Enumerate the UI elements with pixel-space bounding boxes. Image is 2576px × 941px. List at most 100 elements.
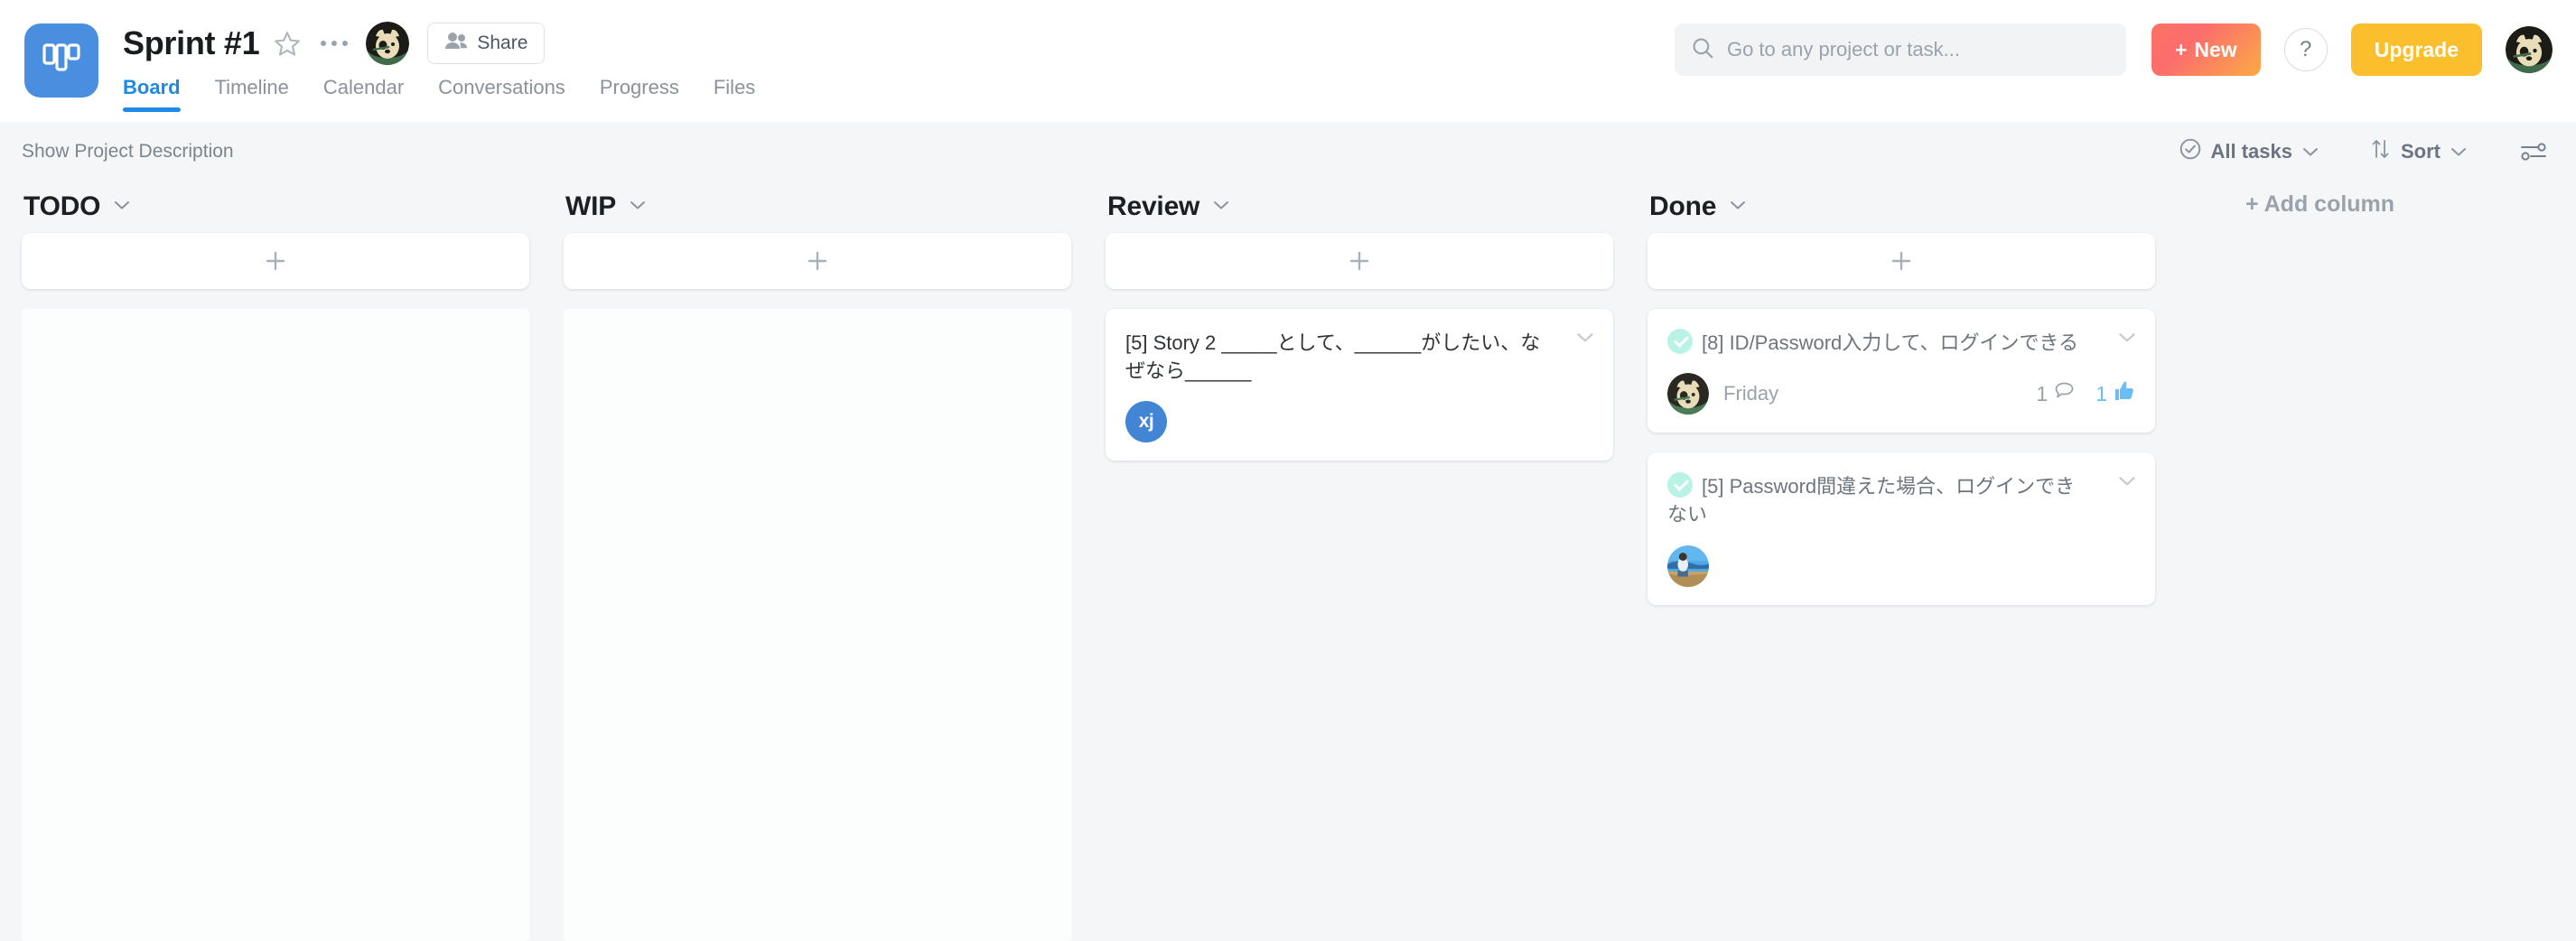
search-icon (1691, 36, 1714, 64)
column-header-done[interactable]: Done (1647, 181, 2155, 233)
sliders-icon[interactable] (2518, 138, 2549, 165)
search-input[interactable]: Go to any project or task... (1674, 23, 2126, 76)
user-avatar-image (2506, 26, 2553, 73)
sort-label: Sort (2401, 139, 2441, 163)
title-and-tabs: Sprint #1 Share Board Timeline Calendar … (123, 18, 789, 112)
people-icon (444, 31, 468, 56)
like-count-value: 1 (2095, 381, 2107, 405)
avatar[interactable]: xj (1125, 401, 1167, 443)
task-card-footer (1667, 545, 2135, 587)
column-header-todo[interactable]: TODO (22, 181, 529, 233)
chevron-down-icon (2301, 140, 2319, 163)
tab-conversations[interactable]: Conversations (438, 76, 565, 112)
comment-count[interactable]: 1 (2036, 381, 2076, 406)
task-card-footer: Friday 1 1 (1667, 373, 2135, 415)
tab-calendar[interactable]: Calendar (323, 76, 404, 112)
board-toolbar: Show Project Description All tasks Sort (0, 122, 2576, 181)
task-card-stats: 1 1 (2036, 380, 2135, 407)
owner-avatar[interactable] (366, 22, 410, 65)
board-logo-glyph (42, 43, 80, 71)
task-card-title-row: [8] ID/Password入力して、ログインできる (1667, 329, 2135, 357)
column-title: Review (1107, 191, 1200, 221)
share-label: Share (477, 33, 528, 53)
tab-files[interactable]: Files (714, 76, 755, 112)
board-column-done: Done [8] ID/Password入力して、ログインできる Friday … (1647, 181, 2155, 605)
toolbar-right-group: All tasks Sort (2128, 122, 2550, 181)
add-column-wrap: + Add column (2155, 181, 2394, 218)
star-icon[interactable] (274, 30, 301, 57)
column-dropzone[interactable] (564, 309, 1071, 941)
task-card[interactable]: [8] ID/Password入力して、ログインできる Friday 1 1 (1647, 309, 2155, 433)
chevron-down-icon[interactable] (1575, 331, 1595, 349)
add-card-button[interactable] (564, 233, 1071, 289)
task-card-footer: xj (1125, 401, 1593, 443)
column-header-review[interactable]: Review (1106, 181, 1613, 233)
board-column-review: Review [5] Story 2 _____として、______がしたい、な… (1106, 181, 1613, 461)
completed-check-icon[interactable] (1667, 472, 1693, 498)
sort-arrows-icon (2370, 137, 2392, 166)
thumbs-up-icon (2114, 380, 2135, 407)
completed-check-icon[interactable] (1667, 329, 1693, 354)
add-card-button[interactable] (1647, 233, 2155, 289)
task-card-title: [8] ID/Password入力して、ログインできる (1702, 331, 2079, 354)
tab-board[interactable]: Board (123, 76, 181, 112)
avatar[interactable] (1667, 373, 1709, 415)
task-card[interactable]: [5] Story 2 _____として、______がしたい、なぜなら____… (1106, 309, 1613, 461)
chevron-down-icon[interactable] (1729, 199, 1747, 216)
column-dropzone[interactable] (22, 309, 529, 941)
column-title: Done (1649, 191, 1717, 221)
new-button-label: New (2194, 37, 2237, 61)
tab-timeline[interactable]: Timeline (215, 76, 289, 112)
like-count[interactable]: 1 (2095, 380, 2135, 407)
show-project-description-link[interactable]: Show Project Description (22, 141, 234, 163)
plus-icon: + (2174, 37, 2188, 61)
avatar-image (1667, 545, 1709, 587)
chevron-down-icon[interactable] (1212, 199, 1230, 216)
chevron-down-icon (2450, 140, 2468, 163)
plus-icon (1349, 251, 1369, 271)
user-avatar[interactable] (2506, 26, 2553, 73)
upgrade-button[interactable]: Upgrade (2350, 23, 2482, 76)
column-header-wip[interactable]: WIP (564, 181, 1071, 233)
board-column-wip: WIP (564, 181, 1071, 941)
new-button[interactable]: + New (2151, 23, 2261, 76)
task-card[interactable]: [5] Password間違えた場合、ログインできない (1647, 452, 2155, 605)
chevron-down-icon[interactable] (113, 199, 131, 216)
board-logo-icon[interactable] (24, 23, 98, 98)
add-card-button[interactable] (22, 233, 529, 289)
task-card-title: [5] Story 2 _____として、______がしたい、なぜなら____… (1125, 331, 1541, 383)
help-button[interactable]: ? (2283, 28, 2328, 71)
column-title: TODO (23, 191, 101, 221)
kanban-board: TODO WIP Review [5] Story 2 _____として、___… (0, 181, 2576, 941)
task-card-title-row: [5] Password間違えた場合、ログインできない (1667, 472, 2135, 528)
search-placeholder: Go to any project or task... (1726, 38, 1960, 61)
add-column-button[interactable]: + Add column (2245, 191, 2394, 218)
main-tabs: Board Timeline Calendar Conversations Pr… (123, 76, 789, 112)
task-card-title: [5] Password間違えた場合、ログインできない (1667, 475, 2076, 526)
assignee-name: Friday (1723, 382, 1779, 405)
header-actions: Go to any project or task... + New ? Upg… (1674, 23, 2553, 76)
chevron-down-icon[interactable] (629, 199, 647, 216)
tab-progress[interactable]: Progress (600, 76, 679, 112)
chevron-down-icon[interactable] (2117, 331, 2137, 349)
page-title: Sprint #1 (123, 24, 260, 61)
avatar[interactable] (1667, 545, 1709, 587)
comment-count-value: 1 (2036, 381, 2049, 405)
more-options-icon[interactable] (317, 31, 351, 56)
app-header: Sprint #1 Share Board Timeline Calendar … (0, 0, 2576, 122)
title-row: Sprint #1 Share (123, 18, 789, 69)
check-circle-icon (2179, 137, 2202, 166)
plus-icon (1891, 251, 1911, 271)
avatar-image (1667, 373, 1709, 415)
comment-icon (2054, 381, 2076, 406)
column-title: WIP (565, 191, 617, 221)
app-logo-wrap[interactable] (24, 23, 98, 98)
share-button[interactable]: Share (427, 23, 546, 64)
add-card-button[interactable] (1106, 233, 1613, 289)
all-tasks-filter[interactable]: All tasks (2179, 137, 2320, 166)
chevron-down-icon[interactable] (2117, 474, 2137, 492)
owner-avatar-image (366, 22, 410, 65)
plus-icon (266, 251, 285, 271)
plus-icon (807, 251, 827, 271)
sort-control[interactable]: Sort (2370, 137, 2468, 166)
